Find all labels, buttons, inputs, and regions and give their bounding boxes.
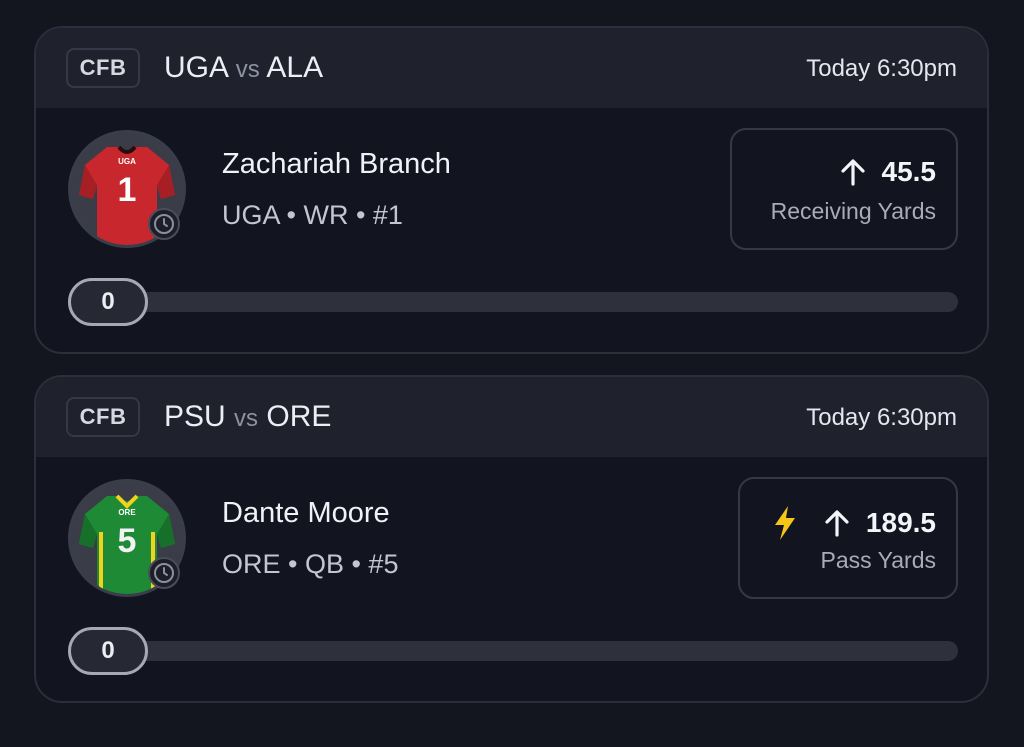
card-header: CFB UGA vs ALA Today 6:30pm (36, 28, 987, 108)
prop-value: 45.5 (881, 156, 937, 187)
prop-stat: Pass Yards (820, 547, 936, 573)
team-a: UGA (164, 51, 228, 84)
league-badge: CFB (66, 397, 140, 437)
prop-line-button[interactable]: 45.5 Receiving Yards (730, 128, 958, 250)
team-a: PSU (164, 400, 226, 433)
pick-card[interactable]: CFB PSU vs ORE Today 6:30pm ORE 5 Dante … (34, 375, 989, 703)
player-name: Zachariah Branch (222, 148, 451, 180)
clock-icon (148, 557, 180, 589)
card-header: CFB PSU vs ORE Today 6:30pm (36, 377, 987, 457)
vs-label: vs (234, 405, 259, 432)
svg-text:ORE: ORE (118, 508, 136, 517)
game-time: Today 6:30pm (806, 404, 957, 431)
prop-line: 189.5 (772, 505, 936, 541)
svg-text:UGA: UGA (118, 157, 136, 166)
progress-value: 0 (68, 278, 148, 326)
svg-text:5: 5 (118, 522, 137, 560)
matchup: PSU vs ORE (164, 400, 331, 434)
player-name: Dante Moore (222, 497, 390, 529)
progress-track (70, 292, 958, 312)
league-badge: CFB (66, 48, 140, 88)
svg-text:1: 1 (118, 171, 137, 209)
player-info: UGA • WR • #1 (222, 200, 403, 230)
prop-line-button[interactable]: 189.5 Pass Yards (738, 477, 958, 599)
prop-line: 45.5 (840, 156, 937, 188)
progress-track (70, 641, 958, 661)
clock-icon (148, 208, 180, 240)
team-b: ALA (266, 51, 324, 84)
lightning-bolt-icon (772, 505, 798, 541)
matchup: UGA vs ALA (164, 51, 323, 85)
arrow-up-icon (824, 509, 850, 537)
prop-stat: Receiving Yards (770, 198, 936, 224)
vs-label: vs (235, 56, 260, 83)
arrow-up-icon (840, 158, 866, 186)
player-info: ORE • QB • #5 (222, 549, 399, 579)
pick-card[interactable]: CFB UGA vs ALA Today 6:30pm UGA 1 Zachar… (34, 26, 989, 354)
prop-value: 189.5 (865, 507, 936, 538)
game-time: Today 6:30pm (806, 55, 957, 82)
progress-value: 0 (68, 627, 148, 675)
team-b: ORE (266, 400, 332, 433)
